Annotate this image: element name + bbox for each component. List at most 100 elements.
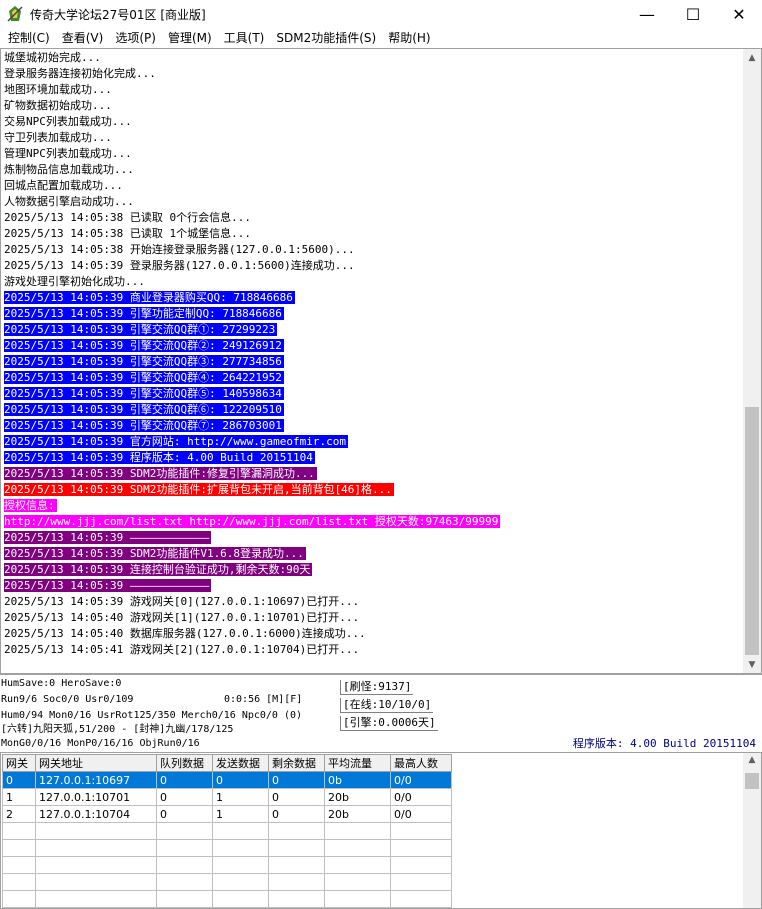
log-line: 2025/5/13 14:05:39 SDM2功能插件:修复引擎漏洞成功...: [4, 466, 742, 482]
menu-tools[interactable]: 工具(T): [218, 28, 271, 48]
table-cell: [324, 873, 391, 891]
col-gate[interactable]: 网关: [2, 754, 36, 772]
table-cell: 0/0: [390, 805, 452, 823]
log-line: 炼制物品信息加载成功...: [4, 162, 742, 178]
log-line: 地图环境加载成功...: [4, 82, 742, 98]
menu-control[interactable]: 控制(C): [2, 28, 56, 48]
table-row[interactable]: 2 127.0.0.1:10704 0 1 0 20b 0/0: [2, 805, 452, 823]
table-cell: [268, 839, 325, 857]
scrollbar-thumb[interactable]: [745, 773, 759, 789]
log-line-text: 地图环境加载成功...: [4, 83, 112, 96]
log-line: 登录服务器连接初始化完成...: [4, 66, 742, 82]
log-line-text: http://www.jjj.com/list.txt http://www.j…: [4, 515, 501, 528]
gate-table: 网关 网关地址 队列数据 发送数据 剩余数据 平均流量 最高人数 0 127.0.…: [2, 754, 452, 908]
table-cell: 127.0.0.1:10704: [35, 805, 157, 823]
gate-table-scrollbar[interactable]: ▲: [743, 753, 761, 908]
log-line: http://www.jjj.com/list.txt http://www.j…: [4, 514, 742, 530]
table-cell: 0: [156, 805, 213, 823]
log-line-text: 2025/5/13 14:05:39 引擎交流QQ群②: 249126912: [4, 339, 284, 352]
log-line: 2025/5/13 14:05:39 SDM2功能插件:扩展背包未开启,当前背包…: [4, 482, 742, 498]
log-scrollbar[interactable]: ▲ ▼: [743, 49, 761, 673]
table-cell: [212, 839, 269, 857]
table-cell: 1: [2, 788, 36, 806]
status-panel: HumSave:0 HeroSave:0 Run9/6 Soc0/0 Usr0/…: [0, 674, 762, 752]
table-cell: [324, 890, 391, 908]
log-line-text: 登录服务器连接初始化完成...: [4, 67, 156, 80]
table-cell: 127.0.0.1:10701: [35, 788, 157, 806]
col-remaining-data[interactable]: 剩余数据: [268, 754, 325, 772]
log-line-text: 2025/5/13 14:05:39 ————————————: [4, 579, 212, 592]
table-row-empty: [2, 890, 452, 908]
table-cell: [35, 822, 157, 840]
log-line-text: 交易NPC列表加载成功...: [4, 115, 132, 128]
status-uptime: 0:0:56 [M][F]: [224, 694, 303, 705]
menu-help[interactable]: 帮助(H): [382, 28, 436, 48]
log-line-text: 2025/5/13 14:05:39 官方网站: http://www.game…: [4, 435, 349, 448]
scroll-down-icon[interactable]: ▼: [743, 656, 761, 673]
log-line: 2025/5/13 14:05:39 引擎交流QQ群③: 277734856: [4, 354, 742, 370]
log-pane[interactable]: 城堡城初始完成... 登录服务器连接初始化完成... 地图环境加载成功... 矿物数据…: [0, 48, 762, 674]
log-line-text: 2025/5/13 14:05:39 SDM2功能插件:修复引擎漏洞成功...: [4, 467, 317, 480]
log-line-text: 2025/5/13 14:05:39 ————————————: [4, 531, 212, 544]
col-send-data[interactable]: 发送数据: [212, 754, 269, 772]
minimize-button[interactable]: —: [624, 0, 670, 28]
log-line-text: 2025/5/13 14:05:40 游戏网关[1](127.0.0.1:107…: [4, 611, 360, 624]
log-lines: 城堡城初始完成... 登录服务器连接初始化完成... 地图环境加载成功... 矿物数据…: [4, 50, 742, 658]
table-cell: [35, 856, 157, 874]
maximize-button[interactable]: ☐: [670, 0, 716, 28]
table-cell: 0: [156, 771, 213, 789]
col-max-users[interactable]: 最高人数: [390, 754, 452, 772]
engine-days: [引擎:0.0006天]: [340, 716, 438, 731]
table-cell: [268, 822, 325, 840]
scrollbar-thumb[interactable]: [745, 407, 759, 655]
log-line: 2025/5/13 14:05:41 游戏网关[2](127.0.0.1:107…: [4, 642, 742, 658]
table-cell: 1: [212, 788, 269, 806]
table-cell: [156, 890, 213, 908]
log-line: 2025/5/13 14:05:39 引擎交流QQ群①: 27299223: [4, 322, 742, 338]
menu-manage[interactable]: 管理(M): [162, 28, 218, 48]
log-line: 2025/5/13 14:05:38 已读取 0个行会信息...: [4, 210, 742, 226]
log-line: 2025/5/13 14:05:40 数据库服务器(127.0.0.1:6000…: [4, 626, 742, 642]
log-line: 2025/5/13 14:05:40 游戏网关[1](127.0.0.1:107…: [4, 610, 742, 626]
log-line: 2025/5/13 14:05:39 游戏网关[0](127.0.0.1:106…: [4, 594, 742, 610]
col-avg-traffic[interactable]: 平均流量: [324, 754, 391, 772]
table-cell: 0b: [324, 771, 391, 789]
log-line: 2025/5/13 14:05:39 SDM2功能插件V1.6.8登录成功...: [4, 546, 742, 562]
log-line: 2025/5/13 14:05:39 引擎交流QQ群⑤: 140598634: [4, 386, 742, 402]
col-gate-address[interactable]: 网关地址: [35, 754, 157, 772]
menu-view[interactable]: 查看(V): [56, 28, 110, 48]
scroll-up-icon[interactable]: ▲: [743, 755, 761, 765]
table-cell: [2, 873, 36, 891]
table-cell: 0: [268, 771, 325, 789]
log-line-text: 城堡城初始完成...: [4, 51, 101, 64]
log-line-text: 2025/5/13 14:05:39 程序版本: 4.00 Build 2015…: [4, 451, 315, 464]
log-line: 2025/5/13 14:05:39 引擎交流QQ群②: 249126912: [4, 338, 742, 354]
table-cell: 20b: [324, 805, 391, 823]
table-cell: [390, 822, 452, 840]
table-cell: 0: [2, 771, 36, 789]
table-cell: [212, 822, 269, 840]
log-line-text: 2025/5/13 14:05:39 引擎交流QQ群④: 264221952: [4, 371, 284, 384]
status-run: Run9/6 Soc0/0 Usr0/109: [1, 694, 134, 705]
log-line-text: 人物数据引擎启动成功...: [4, 195, 134, 208]
close-button[interactable]: ✕: [716, 0, 762, 28]
table-cell: 2: [2, 805, 36, 823]
log-line-text: 守卫列表加载成功...: [4, 131, 112, 144]
table-row[interactable]: 0 127.0.0.1:10697 0 0 0 0b 0/0: [2, 771, 452, 789]
menu-sdm2-plugin[interactable]: SDM2功能插件(S): [270, 28, 382, 48]
table-cell: [212, 873, 269, 891]
table-cell: 1: [212, 805, 269, 823]
log-line: 2025/5/13 14:05:39 引擎交流QQ群⑥: 122209510: [4, 402, 742, 418]
log-line-text: 2025/5/13 14:05:39 引擎功能定制QQ: 718846686: [4, 307, 284, 320]
table-cell: [268, 856, 325, 874]
scroll-up-icon[interactable]: ▲: [743, 49, 761, 66]
log-line-text: 回城点配置加载成功...: [4, 179, 123, 192]
log-line: 城堡城初始完成...: [4, 50, 742, 66]
table-cell: 0: [212, 771, 269, 789]
log-line: 2025/5/13 14:05:39 ————————————: [4, 578, 742, 594]
title-bar: 传奇大学论坛27号01区 [商业版] — ☐ ✕: [0, 0, 762, 28]
table-row[interactable]: 1 127.0.0.1:10701 0 1 0 20b 0/0: [2, 788, 452, 806]
col-queue-data[interactable]: 队列数据: [156, 754, 213, 772]
menu-options[interactable]: 选项(P): [109, 28, 162, 48]
log-line-text: 2025/5/13 14:05:39 引擎交流QQ群①: 27299223: [4, 323, 278, 336]
